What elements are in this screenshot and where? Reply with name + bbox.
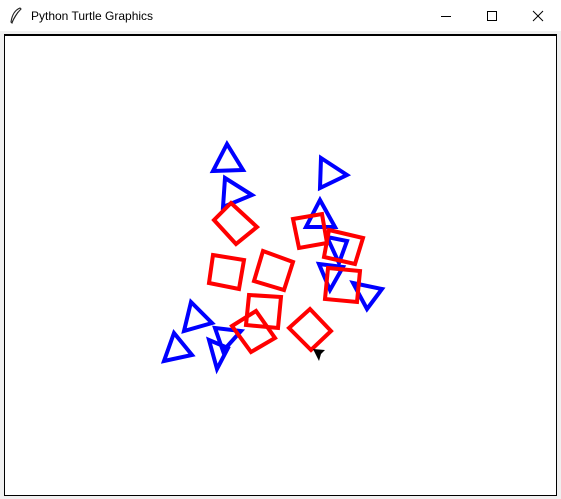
blue-triangle (220, 174, 257, 211)
feather-icon (9, 7, 23, 25)
blue-triangle (160, 328, 196, 364)
close-button[interactable] (515, 0, 561, 31)
maximize-button[interactable] (469, 0, 515, 31)
blue-triangle (317, 154, 352, 192)
minimize-icon (441, 15, 451, 17)
red-square (251, 248, 296, 293)
drawing-surface (160, 139, 386, 375)
blue-triangle (205, 336, 231, 375)
title-bar[interactable]: Python Turtle Graphics (0, 0, 561, 31)
turtle-cursor-icon (313, 349, 325, 361)
window-title: Python Turtle Graphics (31, 9, 154, 23)
turtle-canvas[interactable] (4, 34, 557, 496)
red-square (229, 308, 278, 355)
blue-triangle (181, 298, 216, 334)
red-square (206, 252, 247, 292)
close-icon (532, 10, 544, 21)
blue-triangle (209, 139, 247, 174)
red-square (286, 306, 334, 353)
maximize-icon (487, 10, 497, 21)
red-square (211, 200, 261, 247)
minimize-button[interactable] (423, 0, 469, 31)
turtle-window: Python Turtle Graphics (0, 0, 561, 499)
